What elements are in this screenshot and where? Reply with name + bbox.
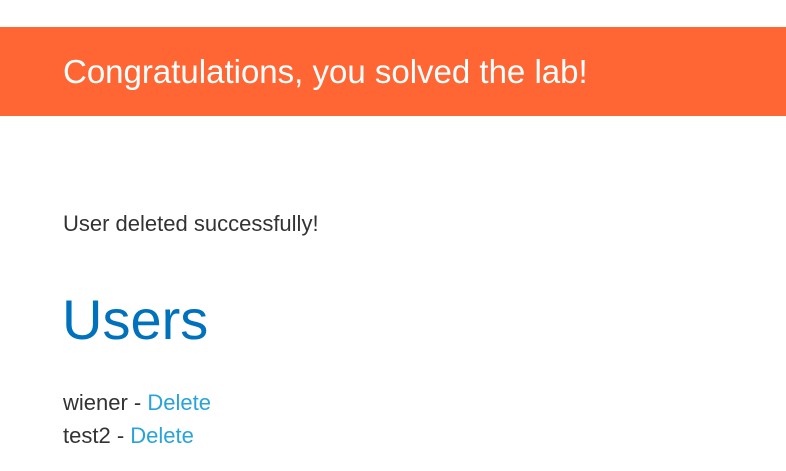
- delete-user-test2-link[interactable]: Delete: [130, 423, 194, 448]
- user-separator: -: [127, 390, 148, 415]
- user-separator: -: [110, 423, 131, 448]
- page: Congratulations, you solved the lab! Use…: [0, 0, 786, 471]
- user-name: test2: [63, 423, 111, 448]
- status-message: User deleted successfully!: [63, 211, 319, 236]
- user-row-wiener: wiener - Delete: [63, 386, 211, 419]
- user-name: wiener: [63, 390, 128, 415]
- user-row-test2: test2 - Delete: [63, 419, 211, 452]
- lab-solved-message: Congratulations, you solved the lab!: [63, 53, 588, 90]
- delete-user-wiener-link[interactable]: Delete: [147, 390, 211, 415]
- users-heading: Users: [62, 288, 209, 351]
- user-list: wiener - Delete test2 - Delete: [63, 386, 211, 452]
